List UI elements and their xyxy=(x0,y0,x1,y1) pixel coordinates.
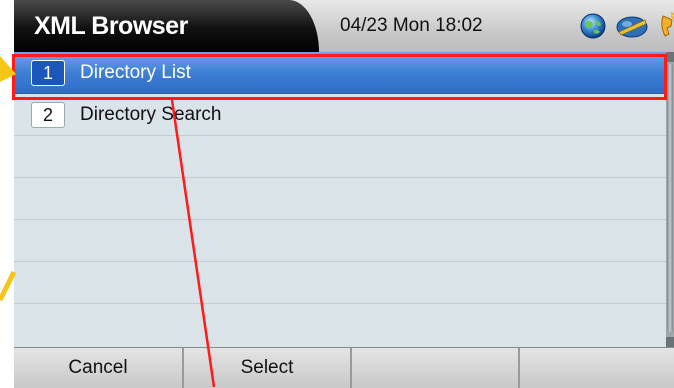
title-tab: XML Browser xyxy=(14,0,319,52)
date-time: 04/23 Mon 18:02 xyxy=(340,15,483,36)
empty-row xyxy=(14,304,666,346)
network-icon xyxy=(616,16,648,38)
scrollbar[interactable] xyxy=(666,52,674,347)
item-number-badge: 2 xyxy=(31,102,65,128)
scroll-thumb[interactable] xyxy=(667,64,673,332)
empty-row xyxy=(14,136,666,178)
empty-row xyxy=(14,178,666,220)
empty-row xyxy=(14,220,666,262)
scroll-down-arrow[interactable] xyxy=(666,337,674,347)
phone-handset-icon xyxy=(661,12,674,37)
list-item-directory-search[interactable]: 2 Directory Search xyxy=(14,94,666,136)
phone-screen: XML Browser 04/23 Mon 18:02 1 Directory xyxy=(0,0,674,388)
annotation-arrow-lower xyxy=(0,270,17,302)
empty-row xyxy=(14,262,666,304)
scroll-up-arrow[interactable] xyxy=(666,52,674,62)
softkey-bar: Cancel Select xyxy=(14,347,674,388)
app-title: XML Browser xyxy=(34,12,188,40)
item-label: Directory Search xyxy=(80,104,222,125)
select-softkey[interactable]: Select xyxy=(184,348,352,388)
softkey-4[interactable] xyxy=(520,348,674,388)
annotation-highlight-box xyxy=(12,54,667,100)
softkey-3[interactable] xyxy=(352,348,520,388)
globe-icon xyxy=(580,13,606,39)
header-bar: XML Browser 04/23 Mon 18:02 xyxy=(14,0,674,53)
cancel-softkey[interactable]: Cancel xyxy=(14,348,184,388)
